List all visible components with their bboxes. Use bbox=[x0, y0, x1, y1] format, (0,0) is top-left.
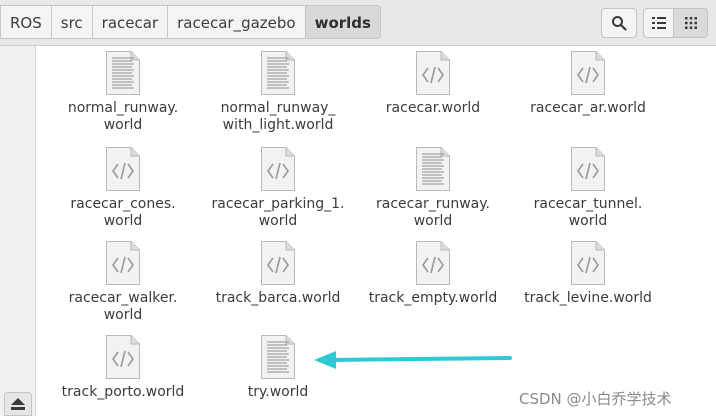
file-name: normal_runway. world bbox=[67, 100, 179, 133]
sidebar bbox=[0, 46, 36, 416]
breadcrumb-item-src[interactable]: src bbox=[51, 5, 93, 39]
code-document-icon bbox=[570, 146, 606, 192]
breadcrumb: ROS src racecar racecar_gazebo worlds bbox=[0, 5, 381, 39]
breadcrumb-item-racecar[interactable]: racecar bbox=[92, 5, 169, 39]
file-item[interactable]: racecar_runway. world bbox=[356, 146, 510, 230]
search-button[interactable] bbox=[601, 8, 637, 38]
file-name: track_barca.world bbox=[215, 290, 341, 306]
file-item[interactable]: normal_runway. world bbox=[46, 50, 200, 134]
text-document-icon bbox=[105, 50, 141, 96]
file-name: track_porto.world bbox=[61, 384, 185, 400]
code-document-icon bbox=[260, 146, 296, 192]
text-document-icon bbox=[415, 146, 451, 192]
file-name: racecar.world bbox=[385, 100, 481, 116]
code-document-icon bbox=[415, 50, 451, 96]
watermark: CSDN @小白乔学技术 bbox=[519, 390, 672, 408]
header-bar: ROS src racecar racecar_gazebo worlds bbox=[0, 0, 716, 46]
file-name: racecar_ar.world bbox=[530, 100, 646, 116]
breadcrumb-item-racecar-gazebo[interactable]: racecar_gazebo bbox=[168, 5, 306, 39]
code-document-icon bbox=[105, 240, 141, 286]
breadcrumb-item-worlds[interactable]: worlds bbox=[305, 5, 381, 39]
file-item[interactable]: track_porto.world bbox=[46, 334, 200, 401]
file-item[interactable]: racecar_tunnel. world bbox=[511, 146, 665, 230]
file-grid: normal_runway. world normal_runway_ with_… bbox=[46, 50, 716, 416]
breadcrumb-item-ros[interactable]: ROS bbox=[0, 5, 52, 39]
code-document-icon bbox=[260, 240, 296, 286]
file-item[interactable]: normal_runway_ with_light.world bbox=[201, 50, 355, 134]
search-icon bbox=[612, 16, 627, 31]
file-item[interactable]: racecar_ar.world bbox=[511, 50, 665, 117]
file-name: racecar_runway. world bbox=[376, 196, 490, 229]
code-document-icon bbox=[570, 240, 606, 286]
file-name: normal_runway_ with_light.world bbox=[220, 100, 336, 133]
list-view-icon bbox=[651, 17, 666, 29]
code-document-icon bbox=[570, 50, 606, 96]
text-document-icon bbox=[260, 50, 296, 96]
file-name: try.world bbox=[247, 384, 309, 400]
file-item[interactable]: racecar_cones. world bbox=[46, 146, 200, 230]
file-name: racecar_tunnel. world bbox=[533, 196, 643, 229]
file-name: racecar_parking_1. world bbox=[211, 196, 345, 229]
grid-view-icon bbox=[684, 17, 697, 29]
file-item[interactable]: racecar_walker. world bbox=[46, 240, 200, 324]
text-document-icon bbox=[260, 334, 296, 380]
file-item[interactable]: racecar_parking_1. world bbox=[201, 146, 355, 230]
file-name: racecar_cones. world bbox=[70, 196, 176, 229]
code-document-icon bbox=[105, 146, 141, 192]
list-view-button[interactable] bbox=[643, 8, 674, 38]
file-name: track_levine.world bbox=[524, 290, 652, 306]
file-item[interactable]: racecar.world bbox=[356, 50, 510, 117]
file-item[interactable]: track_empty.world bbox=[356, 240, 510, 307]
file-name: racecar_walker. world bbox=[68, 290, 178, 323]
file-item[interactable]: track_barca.world bbox=[201, 240, 355, 307]
file-item[interactable]: track_levine.world bbox=[511, 240, 665, 307]
eject-button[interactable] bbox=[4, 392, 32, 416]
eject-icon bbox=[11, 398, 25, 410]
grid-view-button[interactable] bbox=[673, 8, 708, 38]
code-document-icon bbox=[415, 240, 451, 286]
code-document-icon bbox=[105, 334, 141, 380]
file-name: track_empty.world bbox=[368, 290, 498, 306]
file-item[interactable]: try.world bbox=[201, 334, 355, 401]
